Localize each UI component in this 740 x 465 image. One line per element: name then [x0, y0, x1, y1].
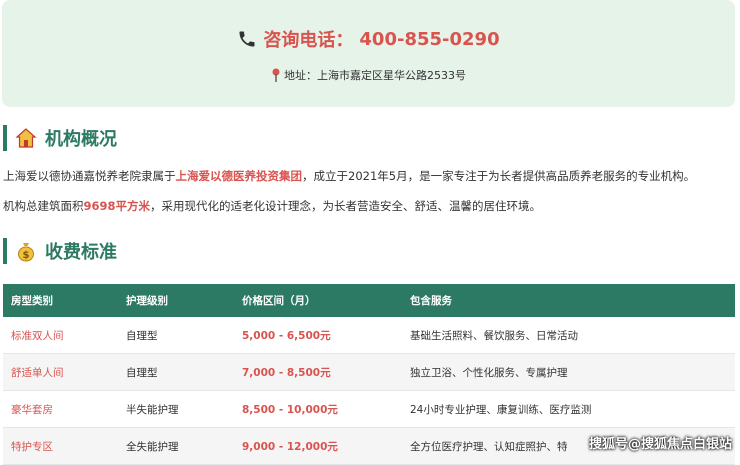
care-level: 全失能护理: [118, 427, 234, 465]
para1-suffix: ，成立于2021年5月，是一家专注于为长者提供高品质养老服务的专业机构。: [302, 169, 696, 183]
table-header-row: 房型类别 护理级别 价格区间（月） 包含服务: [3, 284, 735, 317]
group-name: 上海爱以德医养投资集团: [175, 169, 303, 183]
contact-card: 咨询电话： 400-855-0290 地址：上海市嘉定区星华公路2533号: [2, 0, 735, 107]
table-row: 舒适单人间 自理型 7,000 - 8,500元 独立卫浴、个性化服务、专属护理: [3, 353, 735, 391]
svg-text:$: $: [23, 250, 30, 261]
price-range: 5,000 - 6,500元: [234, 317, 402, 354]
care-level: 自理型: [118, 353, 234, 391]
phone-label: 咨询电话：: [263, 30, 354, 51]
included-services: 24小时专业护理、康复训练、医疗监测: [402, 390, 735, 428]
care-level: 半失能护理: [118, 390, 234, 428]
price-range: 8,500 - 10,000元: [234, 390, 402, 428]
phone-number[interactable]: 400-855-0290: [359, 29, 499, 50]
fees-title: 收费标准: [45, 242, 117, 263]
price-range: 9,000 - 12,000元: [234, 427, 402, 465]
phone-icon: [239, 31, 255, 47]
room-type: 舒适单人间: [3, 353, 118, 391]
money-bag-icon: $: [18, 243, 34, 262]
included-services: 独立卫浴、个性化服务、专属护理: [402, 353, 735, 391]
table-row: 标准双人间 自理型 5,000 - 6,500元 基础生活照料、餐饮服务、日常活…: [3, 317, 735, 354]
room-type: 豪华套房: [3, 390, 118, 428]
column-header: 价格区间（月）: [234, 284, 402, 317]
overview-title: 机构概况: [45, 129, 117, 150]
fees-heading: $ 收费标准: [3, 237, 117, 265]
building-area: 9698平方米: [83, 199, 151, 213]
included-services: 基础生活照料、餐饮服务、日常活动: [402, 317, 735, 354]
para2-prefix: 机构总建筑面积: [3, 199, 84, 213]
para1-prefix: 上海爱以德协通嘉悦养老院隶属于: [3, 169, 176, 183]
care-level: 自理型: [118, 317, 234, 354]
column-header: 房型类别: [3, 284, 118, 317]
house-icon: [15, 128, 37, 148]
overview-paragraph-2: 机构总建筑面积9698平方米，采用现代化的适老化设计理念，为长者营造安全、舒适、…: [3, 198, 541, 214]
para2-suffix: ，采用现代化的适老化设计理念，为长者营造安全、舒适、温馨的居住环境。: [150, 199, 542, 213]
heading-accent-bar: [3, 125, 7, 151]
address-line: 地址：上海市嘉定区星华公路2533号: [2, 66, 735, 84]
location-pin-icon: [272, 68, 280, 82]
address-text: 地址：上海市嘉定区星华公路2533号: [284, 69, 466, 82]
column-header: 护理级别: [118, 284, 234, 317]
table-row: 豪华套房 半失能护理 8,500 - 10,000元 24小时专业护理、康复训练…: [3, 390, 735, 428]
column-header: 包含服务: [402, 284, 735, 317]
overview-paragraph-1: 上海爱以德协通嘉悦养老院隶属于上海爱以德医养投资集团，成立于2021年5月，是一…: [3, 168, 695, 184]
room-type: 标准双人间: [3, 317, 118, 354]
room-type: 特护专区: [3, 427, 118, 465]
price-range: 7,000 - 8,500元: [234, 353, 402, 391]
watermark: 搜狐号@搜狐焦点白银站: [588, 437, 732, 452]
heading-accent-bar: [3, 238, 7, 264]
overview-heading: 机构概况: [3, 124, 117, 152]
phone-line: 咨询电话： 400-855-0290: [2, 26, 735, 52]
